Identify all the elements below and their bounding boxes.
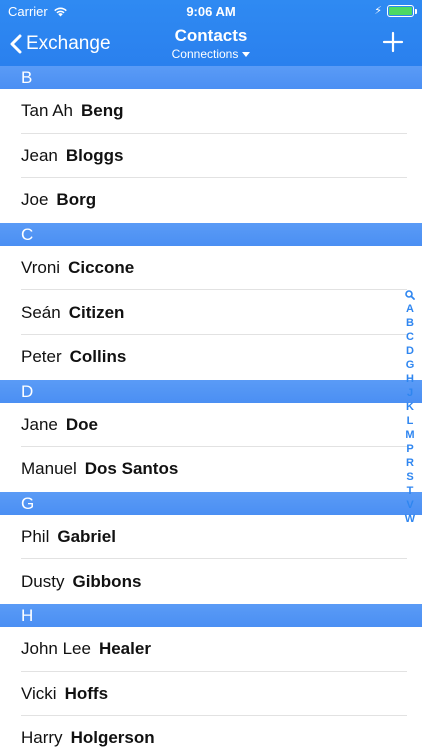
contact-last-name: Bloggs bbox=[65, 145, 124, 165]
contact-row[interactable]: Harry Holgerson bbox=[0, 716, 422, 750]
index-letter-b[interactable]: B bbox=[406, 316, 414, 330]
index-letter-w[interactable]: W bbox=[405, 512, 415, 526]
index-search-icon[interactable] bbox=[405, 288, 415, 302]
section-header-c: C bbox=[0, 222, 422, 246]
contact-last-name: Doe bbox=[65, 414, 98, 434]
index-letter-m[interactable]: M bbox=[405, 428, 414, 442]
navigation-header: Carrier 9:06 AM ⚡ Exchange Contacts Conn… bbox=[0, 0, 422, 66]
contact-first-name: Seán bbox=[21, 302, 61, 322]
contact-first-name: Jean bbox=[21, 145, 58, 165]
contact-first-name: Harry bbox=[21, 728, 63, 748]
contact-last-name: Citizen bbox=[68, 302, 125, 322]
contact-last-name: Dos Santos bbox=[84, 459, 179, 479]
contact-first-name: John Lee bbox=[21, 639, 91, 659]
index-letter-v[interactable]: V bbox=[406, 498, 413, 512]
contact-first-name: Joe bbox=[21, 190, 49, 210]
contact-last-name: Healer bbox=[98, 639, 151, 659]
contact-last-name: Gibbons bbox=[72, 571, 142, 591]
contact-row[interactable]: Joe Borg bbox=[0, 178, 422, 223]
contact-row[interactable]: Seán Citizen bbox=[0, 290, 422, 335]
contact-last-name: Beng bbox=[81, 101, 124, 121]
contact-first-name: Manuel bbox=[21, 459, 77, 479]
charging-bolt-icon: ⚡ bbox=[374, 5, 382, 17]
contact-row[interactable]: Vicki Hoffs bbox=[0, 671, 422, 717]
contact-row[interactable]: Vroni Ciccone bbox=[0, 245, 422, 291]
contact-first-name: Vroni bbox=[21, 258, 61, 278]
contact-list[interactable]: B Tan Ah Beng Jean Bloggs Joe Borg C Vroni Ciccon… bbox=[0, 66, 422, 750]
contact-row[interactable]: Manuel Dos Santos bbox=[0, 447, 422, 492]
caret-down-icon bbox=[242, 51, 251, 57]
contact-last-name: Holgerson bbox=[70, 728, 155, 748]
section-index[interactable]: ABCDGHJKLMPRSTVW bbox=[400, 288, 420, 526]
contact-first-name: Phil bbox=[21, 527, 50, 547]
contact-row[interactable]: Jean Bloggs bbox=[0, 133, 422, 179]
section-header-d: D bbox=[0, 379, 422, 403]
index-letter-g[interactable]: G bbox=[406, 358, 415, 372]
index-letter-d[interactable]: D bbox=[406, 344, 414, 358]
contact-first-name: Jane bbox=[21, 414, 58, 434]
section-header-b: B bbox=[0, 66, 422, 89]
contact-first-name: Vicki bbox=[21, 683, 57, 703]
contact-last-name: Gabriel bbox=[57, 527, 116, 547]
index-letter-j[interactable]: J bbox=[407, 386, 413, 400]
status-bar: Carrier 9:06 AM ⚡ bbox=[0, 0, 422, 22]
section-header-h: H bbox=[0, 603, 422, 627]
index-letter-h[interactable]: H bbox=[406, 372, 414, 386]
index-letter-r[interactable]: R bbox=[406, 456, 414, 470]
contact-row[interactable]: John Lee Healer bbox=[0, 626, 422, 672]
contact-first-name: Tan Ah bbox=[21, 101, 73, 121]
index-letter-c[interactable]: C bbox=[406, 330, 414, 344]
index-letter-l[interactable]: L bbox=[407, 414, 414, 428]
connections-dropdown[interactable]: Connections bbox=[172, 46, 251, 62]
index-letter-k[interactable]: K bbox=[406, 400, 414, 414]
subtitle-label: Connections bbox=[171, 47, 239, 61]
section-header-g: G bbox=[0, 491, 422, 515]
contact-first-name: Peter bbox=[21, 347, 62, 367]
contact-row[interactable]: Dusty Gibbons bbox=[0, 559, 422, 604]
index-letter-s[interactable]: S bbox=[406, 470, 413, 484]
contact-last-name: Borg bbox=[56, 190, 97, 210]
contact-last-name: Ciccone bbox=[68, 258, 135, 278]
index-letter-t[interactable]: T bbox=[407, 484, 414, 498]
contact-last-name: Collins bbox=[69, 347, 127, 367]
contact-last-name: Hoffs bbox=[64, 683, 109, 703]
contact-first-name: Dusty bbox=[21, 571, 65, 591]
battery-icon bbox=[387, 5, 417, 17]
contact-row[interactable]: Peter Collins bbox=[0, 334, 422, 380]
title-label: Contacts bbox=[174, 26, 248, 45]
index-letter-a[interactable]: A bbox=[406, 302, 414, 316]
contact-row[interactable]: Tan Ah Beng bbox=[0, 89, 422, 134]
status-time: 9:06 AM bbox=[186, 4, 236, 19]
contact-row[interactable]: Jane Doe bbox=[0, 402, 422, 448]
contact-row[interactable]: Phil Gabriel bbox=[0, 514, 422, 560]
page-title: Contacts Connections bbox=[0, 27, 422, 63]
add-contact-button[interactable] bbox=[382, 31, 404, 53]
index-letter-p[interactable]: P bbox=[406, 442, 413, 456]
